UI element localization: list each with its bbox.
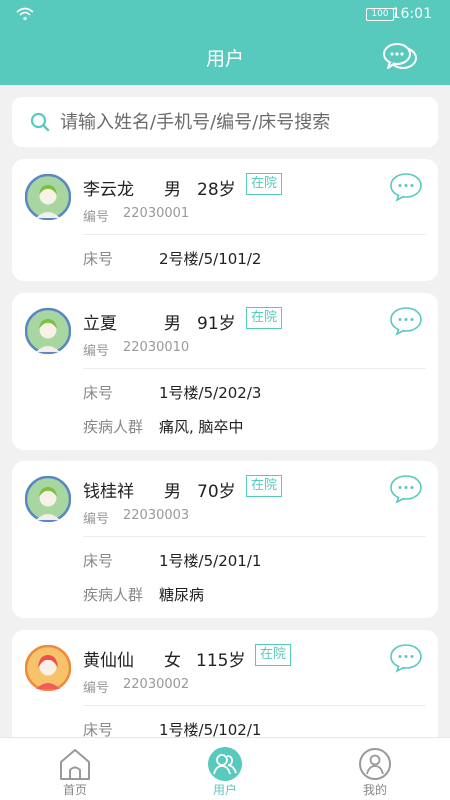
bed-value: 1号楼/5/201/1 — [159, 552, 262, 570]
girl-avatar-icon — [25, 645, 71, 691]
patient-age: 70岁 — [197, 482, 236, 502]
chat-icon[interactable] — [389, 172, 423, 202]
patient-code: 22030002 — [123, 677, 190, 692]
search-bar[interactable] — [12, 97, 438, 147]
app-header: 100 16:01 用户 — [0, 0, 450, 85]
disease-label: 疾病人群 — [83, 586, 144, 604]
patient-card[interactable]: 李云龙 男 28岁 在院 编号 22030001 床号 2号楼/5/101/2 — [12, 159, 438, 281]
users-icon — [208, 747, 242, 781]
tab-home[interactable]: 首页 — [20, 738, 130, 800]
code-label: 编号 — [83, 681, 110, 696]
search-input[interactable] — [60, 97, 420, 147]
battery-icon: 100 — [366, 8, 397, 21]
disease-value: 糖尿病 — [159, 586, 205, 604]
tab-profile[interactable]: 我的 — [320, 738, 430, 800]
bottom-tab-bar: 首页 用户 我的 — [0, 737, 450, 800]
patient-gender: 女 — [164, 651, 181, 671]
tab-users[interactable]: 用户 — [170, 738, 280, 800]
home-icon — [60, 749, 90, 780]
chat-icon[interactable] — [389, 306, 423, 336]
code-label: 编号 — [83, 210, 110, 225]
divider — [83, 368, 426, 369]
bed-label: 床号 — [83, 384, 114, 402]
tab-label: 我的 — [362, 783, 387, 797]
patient-age: 115岁 — [196, 651, 246, 671]
wifi-icon — [16, 7, 34, 21]
patient-card[interactable]: 钱桂祥 男 70岁 在院 编号 22030003 床号 1号楼/5/201/1 … — [12, 461, 438, 618]
patient-name: 黄仙仙 — [83, 651, 134, 671]
divider — [83, 234, 426, 235]
boy-avatar-icon — [25, 174, 71, 220]
bed-value: 1号楼/5/202/3 — [159, 384, 262, 402]
status-badge: 在院 — [246, 307, 283, 329]
patient-card[interactable]: 立夏 男 91岁 在院 编号 22030010 床号 1号楼/5/202/3 疾… — [12, 293, 438, 450]
code-label: 编号 — [83, 344, 110, 359]
patient-age: 91岁 — [197, 314, 236, 334]
boy-avatar-icon — [25, 476, 71, 522]
divider — [83, 536, 426, 537]
status-badge: 在院 — [255, 644, 292, 666]
patient-name: 立夏 — [83, 314, 117, 334]
patient-name: 钱桂祥 — [83, 482, 134, 502]
bed-label: 床号 — [83, 552, 114, 570]
divider — [83, 705, 426, 706]
search-icon — [30, 112, 50, 132]
patient-gender: 男 — [164, 314, 181, 334]
chat-bubbles-icon[interactable] — [382, 40, 418, 74]
patient-gender: 男 — [164, 180, 181, 200]
code-label: 编号 — [83, 512, 110, 527]
status-bar: 100 16:01 — [0, 0, 450, 30]
tab-label: 用户 — [212, 783, 237, 797]
status-time: 16:01 — [391, 6, 432, 22]
boy-avatar-icon — [25, 308, 71, 354]
chat-icon[interactable] — [389, 643, 423, 673]
disease-label: 疾病人群 — [83, 418, 144, 436]
status-badge: 在院 — [246, 475, 283, 497]
patient-age: 28岁 — [197, 180, 236, 200]
disease-value: 痛风, 脑卒中 — [159, 418, 244, 436]
patient-name: 李云龙 — [83, 180, 134, 200]
status-badge: 在院 — [246, 173, 283, 195]
tab-label: 首页 — [62, 783, 87, 797]
chat-icon[interactable] — [389, 474, 423, 504]
patient-gender: 男 — [164, 482, 181, 502]
patient-code: 22030003 — [123, 508, 190, 523]
bed-value: 2号楼/5/101/2 — [159, 250, 262, 268]
profile-icon — [359, 748, 391, 780]
patient-code: 22030001 — [123, 206, 190, 221]
patient-code: 22030010 — [123, 340, 190, 355]
bed-label: 床号 — [83, 250, 114, 268]
